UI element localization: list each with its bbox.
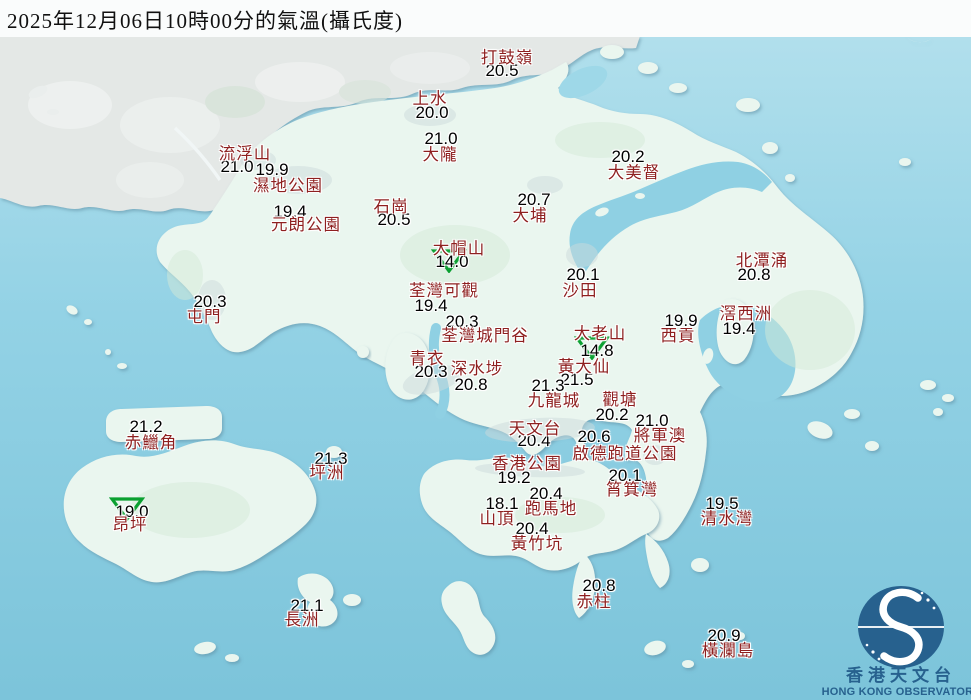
station-name-label: 跑馬地	[524, 499, 578, 518]
station-name-label: 大老山	[573, 324, 627, 343]
station-name-label: 大隴	[422, 145, 458, 164]
stations-layer: 20.5 打鼓嶺 20.0 上水 21.0 大隴 20.2 大美督 21.0 流浮山 19.9 濕地公…	[0, 0, 971, 700]
station-name-label: 清水灣	[700, 509, 754, 528]
station-name-label: 天文台	[508, 419, 562, 438]
station-name-label: 北潭涌	[735, 251, 789, 270]
station-name-label: 深水埗	[450, 359, 504, 378]
station-name-label: 大帽山	[432, 239, 486, 258]
station-name-label: 西貢	[660, 326, 696, 345]
station-name-label: 荃灣可觀	[409, 281, 479, 300]
station-name-label: 黃竹坑	[510, 534, 564, 553]
station-name-label: 濕地公園	[253, 176, 323, 195]
station-name-label: 昂坪	[112, 515, 148, 534]
station-name-label: 九龍城	[527, 391, 581, 410]
station-name-label: 滘西洲	[719, 304, 773, 323]
station-name-label: 筲箕灣	[605, 480, 659, 499]
station-name-label: 打鼓嶺	[480, 48, 534, 67]
station-name-label: 青衣	[409, 349, 445, 368]
station-name-label: 長洲	[284, 610, 320, 629]
station-name-label: 上水	[412, 89, 448, 108]
station-name-label: 沙田	[562, 281, 598, 300]
station-name-label: 山頂	[479, 509, 515, 528]
station-name-label: 赤柱	[576, 592, 612, 611]
station-name-label: 荃灣城門谷	[441, 326, 529, 345]
station-name-label: 大埔	[512, 206, 548, 225]
station-name-label: 將軍澳	[633, 426, 687, 445]
station-name-label: 大美督	[607, 163, 661, 182]
station-name-label: 坪洲	[309, 463, 345, 482]
station-name-label: 赤鱲角	[124, 433, 178, 452]
station-name-label: 石崗	[373, 197, 409, 216]
station-name-label: 香港公園	[492, 454, 562, 473]
station-name-label: 觀塘	[602, 390, 638, 409]
station-name-label: 元朗公園	[271, 215, 341, 234]
station-name-label: 屯門	[186, 307, 222, 326]
temperature-map-screen: 香港天文台 HONG KONG OBSERVATORY 20.5 打鼓嶺 20.0 上…	[0, 0, 971, 700]
station-name-label: 黃大仙	[557, 357, 611, 376]
station-name-label: 橫瀾島	[701, 641, 755, 660]
page-title: 2025年12月06日10時00分的氣溫(攝氏度)	[7, 9, 403, 33]
